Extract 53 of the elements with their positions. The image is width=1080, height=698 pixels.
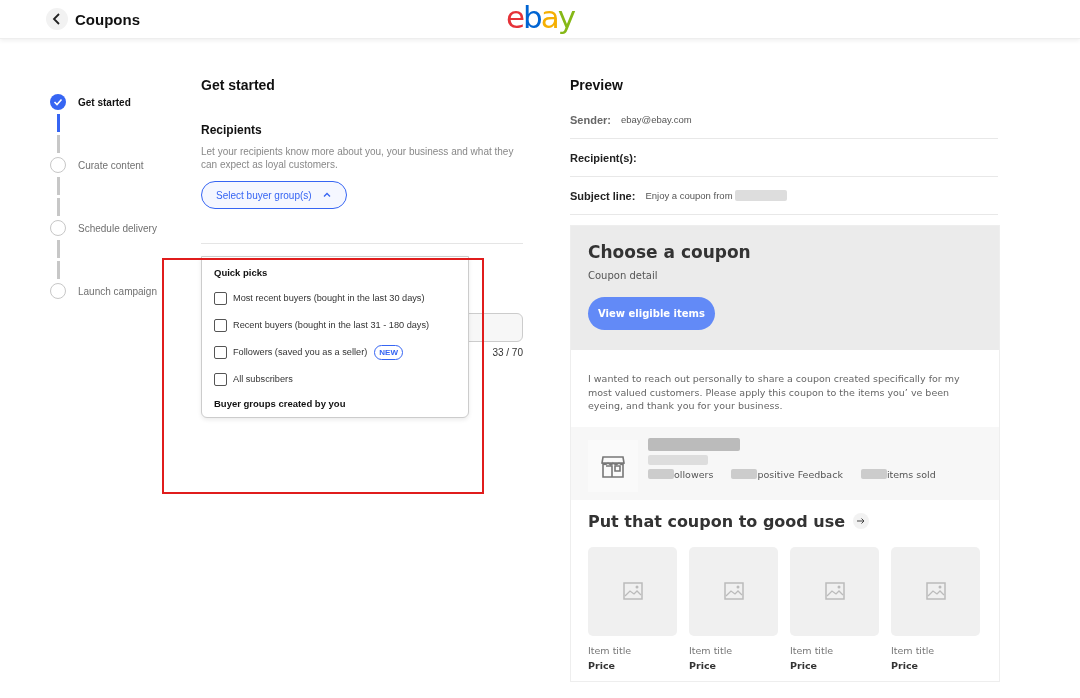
redacted-text <box>648 454 708 465</box>
step-label[interactable]: Schedule delivery <box>78 222 157 234</box>
field-label: Subject line: <box>570 189 636 202</box>
redacted-text <box>860 469 887 479</box>
item-title: Item title <box>790 644 835 656</box>
items-heading: Put that coupon to good use <box>588 511 846 531</box>
field-value: ebay@ebay.com <box>620 114 692 125</box>
redacted-text <box>731 469 758 479</box>
image-icon <box>925 582 946 600</box>
store-stat: positive Feedback <box>757 468 843 480</box>
store-stat: ollowers <box>674 468 714 480</box>
select-dropdown[interactable]: Select buyer group(s) <box>201 181 347 209</box>
field-label: Sender: <box>570 113 611 126</box>
step-label[interactable]: Curate content <box>78 159 144 171</box>
field-value: Enjoy a coupon from <box>645 190 733 201</box>
coupon-detail: Coupon detail <box>588 270 659 281</box>
item-price: Price <box>588 659 616 671</box>
group-heading: Quick picks <box>214 267 269 278</box>
item-price: Price <box>689 659 717 671</box>
item-title: Item title <box>588 644 633 656</box>
option-label[interactable]: Recent buyers (bought in the last 31 - 180 days) <box>233 320 430 330</box>
option-label[interactable]: Followers (saved you as a seller) <box>233 347 368 357</box>
group-heading: Buyer groups created by you <box>214 398 347 409</box>
item-price: Price <box>790 659 818 671</box>
coupon-title: Choose a coupon <box>588 242 752 262</box>
item-title: Item title <box>891 644 936 656</box>
section-title: Get started <box>201 77 276 93</box>
checkbox[interactable] <box>214 291 227 305</box>
message-text: I wanted to reach out personally to share a coupon created specifically for my most valued customers. Please apply this coupon to the items you’ ve been eyeing, and thank you for your business. <box>587 372 961 413</box>
store-stat: items sold <box>886 468 936 480</box>
step-label[interactable]: Launch campaign <box>78 285 157 297</box>
preview-title: Preview <box>570 77 624 93</box>
character-counter: 33 / 70 <box>492 347 523 358</box>
item-title: Item title <box>689 644 734 656</box>
section-heading: Recipients <box>201 123 263 137</box>
step-label[interactable]: Get started <box>78 96 131 108</box>
view-items-button[interactable]: View eligible items <box>588 297 715 330</box>
image-icon <box>723 582 744 600</box>
checkbox[interactable] <box>214 345 227 359</box>
option-label[interactable]: Most recent buyers (bought in the last 30 days) <box>233 293 425 303</box>
caret-icon <box>321 190 332 200</box>
image-icon <box>622 582 643 600</box>
page-title: Coupons <box>75 10 140 28</box>
option-label[interactable]: All subscribers <box>233 374 293 384</box>
back-button[interactable] <box>46 8 68 30</box>
item-price: Price <box>891 659 919 671</box>
checkbox[interactable] <box>214 372 227 386</box>
image-icon <box>824 582 845 600</box>
checkbox[interactable] <box>214 318 227 332</box>
description-text: Let your recipients know more about you, your business and what they can expect as loyal customers. <box>201 145 515 171</box>
field-label: Recipient(s): <box>570 151 637 164</box>
logo[interactable]: ebay <box>506 0 575 34</box>
redacted-text <box>648 469 674 479</box>
